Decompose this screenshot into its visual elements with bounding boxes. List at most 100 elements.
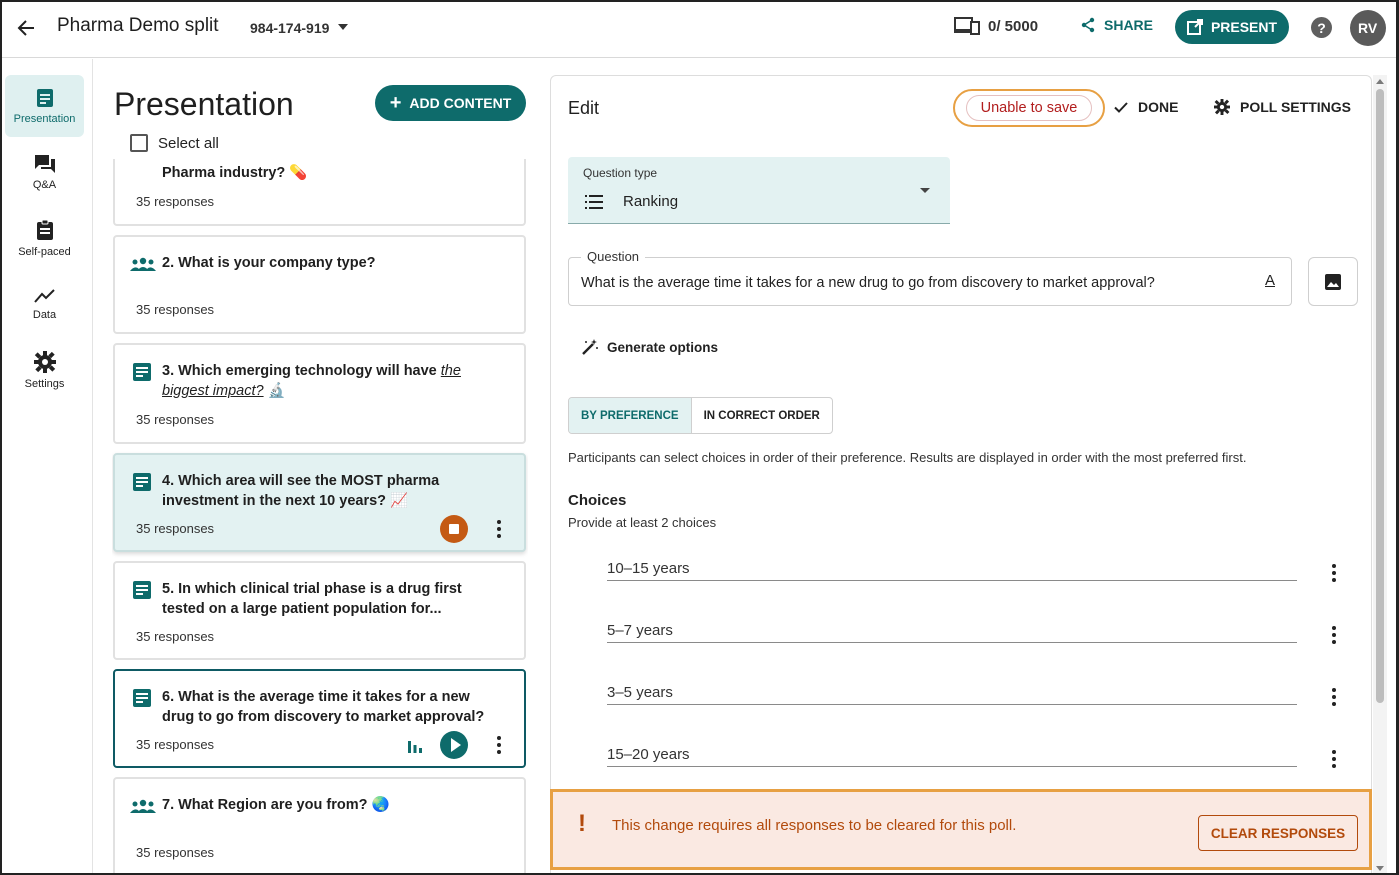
poll-title-text: 🔬 xyxy=(263,383,286,399)
question-type-value: Ranking xyxy=(623,193,679,210)
more-options-icon[interactable] xyxy=(1332,688,1336,709)
dropdown-caret-icon xyxy=(920,188,930,193)
response-count: 35 responses xyxy=(136,194,215,209)
question-type-label: Question type xyxy=(583,166,658,180)
checkbox-icon xyxy=(130,134,148,152)
share-icon xyxy=(1081,17,1095,33)
poll-title-text: What is your company type? xyxy=(178,255,376,271)
left-nav-rail: Presentation Q&A Self-paced Data Setting… xyxy=(2,59,93,873)
scroll-thumb[interactable] xyxy=(1376,89,1384,703)
by-preference-option[interactable]: BY PREFERENCE xyxy=(569,398,692,433)
share-button[interactable]: SHARE xyxy=(1080,17,1153,33)
help-button[interactable]: ? xyxy=(1311,17,1332,38)
poll-card[interactable]: 5. In which clinical trial phase is a dr… xyxy=(113,561,526,660)
scroll-down-arrow-icon[interactable] xyxy=(1376,866,1384,871)
scroll-up-arrow-icon[interactable] xyxy=(1376,79,1384,84)
edit-panel: Edit Unable to save DONE POLL SETTINGS Q… xyxy=(550,75,1372,873)
warning-icon: ! xyxy=(578,810,586,837)
generate-options-label: Generate options xyxy=(607,339,719,355)
activate-button[interactable] xyxy=(440,731,468,759)
image-icon xyxy=(1325,273,1341,290)
poll-card-active[interactable]: 4. Which area will see the MOST pharma i… xyxy=(113,453,526,552)
poll-title: 5. In which clinical trial phase is a dr… xyxy=(162,579,492,619)
poll-settings-button[interactable]: POLL SETTINGS xyxy=(1214,99,1351,115)
poll-title: 3. Which emerging technology will have t… xyxy=(162,361,492,401)
select-all-checkbox[interactable]: Select all xyxy=(130,134,219,152)
poll-card-selected[interactable]: 6. What is the average time it takes for… xyxy=(113,669,526,768)
add-image-button[interactable] xyxy=(1308,257,1358,306)
save-status-badge: Unable to save xyxy=(965,95,1093,121)
poll-card[interactable]: 7. What Region are you from? 🌏 35 respon… xyxy=(113,777,526,873)
more-options-icon[interactable] xyxy=(497,520,501,541)
poll-title-text: What Region are you from? 🌏 xyxy=(178,797,390,813)
magic-wand-icon xyxy=(582,339,598,355)
generate-options-button[interactable]: Generate options xyxy=(581,338,718,356)
question-input[interactable]: What is the average time it takes for a … xyxy=(581,275,1155,291)
poll-card[interactable]: 2. What is your company type? 35 respons… xyxy=(113,235,526,334)
choice-text: 3–5 years xyxy=(607,684,673,701)
text-format-icon[interactable]: A xyxy=(1265,272,1275,289)
participant-count-text: 0/ 5000 xyxy=(988,17,1039,35)
nav-label: Settings xyxy=(24,377,65,390)
response-count: 35 responses xyxy=(136,302,215,317)
poll-number: 4. xyxy=(162,473,175,489)
clear-responses-button[interactable]: CLEAR RESPONSES xyxy=(1198,815,1358,851)
poll-card[interactable]: 3. Which emerging technology will have t… xyxy=(113,343,526,444)
choice-input[interactable]: 15–20 years xyxy=(607,745,1297,767)
ranking-mode-toggle: BY PREFERENCE IN CORRECT ORDER xyxy=(568,397,833,434)
add-content-label: ADD CONTENT xyxy=(409,95,512,111)
choice-input[interactable]: 10–15 years xyxy=(607,559,1297,581)
response-count: 35 responses xyxy=(136,629,215,644)
people-icon xyxy=(130,799,156,813)
poll-doc-icon xyxy=(133,473,151,491)
check-icon xyxy=(1114,101,1128,113)
choice-input[interactable]: 5–7 years xyxy=(607,621,1297,643)
more-options-icon[interactable] xyxy=(1332,750,1336,771)
response-count: 35 responses xyxy=(136,521,215,536)
gear-icon xyxy=(1214,99,1230,115)
arrow-left-icon xyxy=(17,20,34,36)
chevron-down-icon[interactable] xyxy=(338,24,348,30)
choices-subtitle: Provide at least 2 choices xyxy=(568,515,717,530)
in-correct-order-option[interactable]: IN CORRECT ORDER xyxy=(692,398,832,433)
presentation-icon xyxy=(36,88,53,107)
event-code[interactable]: 984-174-919 xyxy=(250,20,329,36)
poll-settings-label: POLL SETTINGS xyxy=(1240,99,1351,115)
poll-doc-icon xyxy=(133,581,151,599)
question-field[interactable]: Question What is the average time it tak… xyxy=(568,249,1292,306)
open-external-icon xyxy=(1186,19,1203,35)
stop-button[interactable] xyxy=(440,515,468,543)
top-bar: Pharma Demo split 984-174-919 0/ 5000 SH… xyxy=(2,2,1396,58)
done-button[interactable]: DONE xyxy=(1114,99,1178,115)
gear-icon xyxy=(33,350,56,373)
results-chart-icon[interactable] xyxy=(407,739,423,753)
poll-card[interactable]: Pharma industry? 💊 35 responses xyxy=(113,159,526,226)
nav-data[interactable]: Data xyxy=(5,273,84,335)
more-options-icon[interactable] xyxy=(1332,626,1336,647)
edit-scrollbar[interactable] xyxy=(1373,75,1387,873)
avatar[interactable]: RV xyxy=(1350,10,1386,46)
choice-text: 15–20 years xyxy=(607,746,690,763)
nav-self-paced[interactable]: Self-paced xyxy=(5,207,84,269)
nav-presentation[interactable]: Presentation xyxy=(5,75,84,137)
choice-text: 5–7 years xyxy=(607,622,673,639)
poll-title: 6. What is the average time it takes for… xyxy=(162,687,492,727)
more-options-icon[interactable] xyxy=(497,736,501,757)
poll-list: Pharma industry? 💊 35 responses 2. What … xyxy=(112,159,528,873)
edit-heading: Edit xyxy=(568,98,600,118)
poll-title-text: In which clinical trial phase is a drug … xyxy=(162,581,462,617)
stop-icon xyxy=(449,524,459,534)
poll-title-text: Which emerging technology will have xyxy=(178,363,441,379)
event-title: Pharma Demo split xyxy=(57,15,219,36)
more-options-icon[interactable] xyxy=(1332,564,1336,585)
choice-input[interactable]: 3–5 years xyxy=(607,683,1297,705)
question-type-select[interactable]: Question type Ranking xyxy=(568,157,950,224)
poll-number: 7. xyxy=(162,797,175,813)
poll-title: Pharma industry? 💊 xyxy=(162,165,308,181)
back-button[interactable] xyxy=(12,14,40,42)
nav-qa[interactable]: Q&A xyxy=(5,141,84,203)
add-content-button[interactable]: + ADD CONTENT xyxy=(375,85,526,121)
response-count: 35 responses xyxy=(136,845,215,860)
nav-settings[interactable]: Settings xyxy=(5,339,84,401)
present-button[interactable]: PRESENT xyxy=(1175,10,1289,44)
